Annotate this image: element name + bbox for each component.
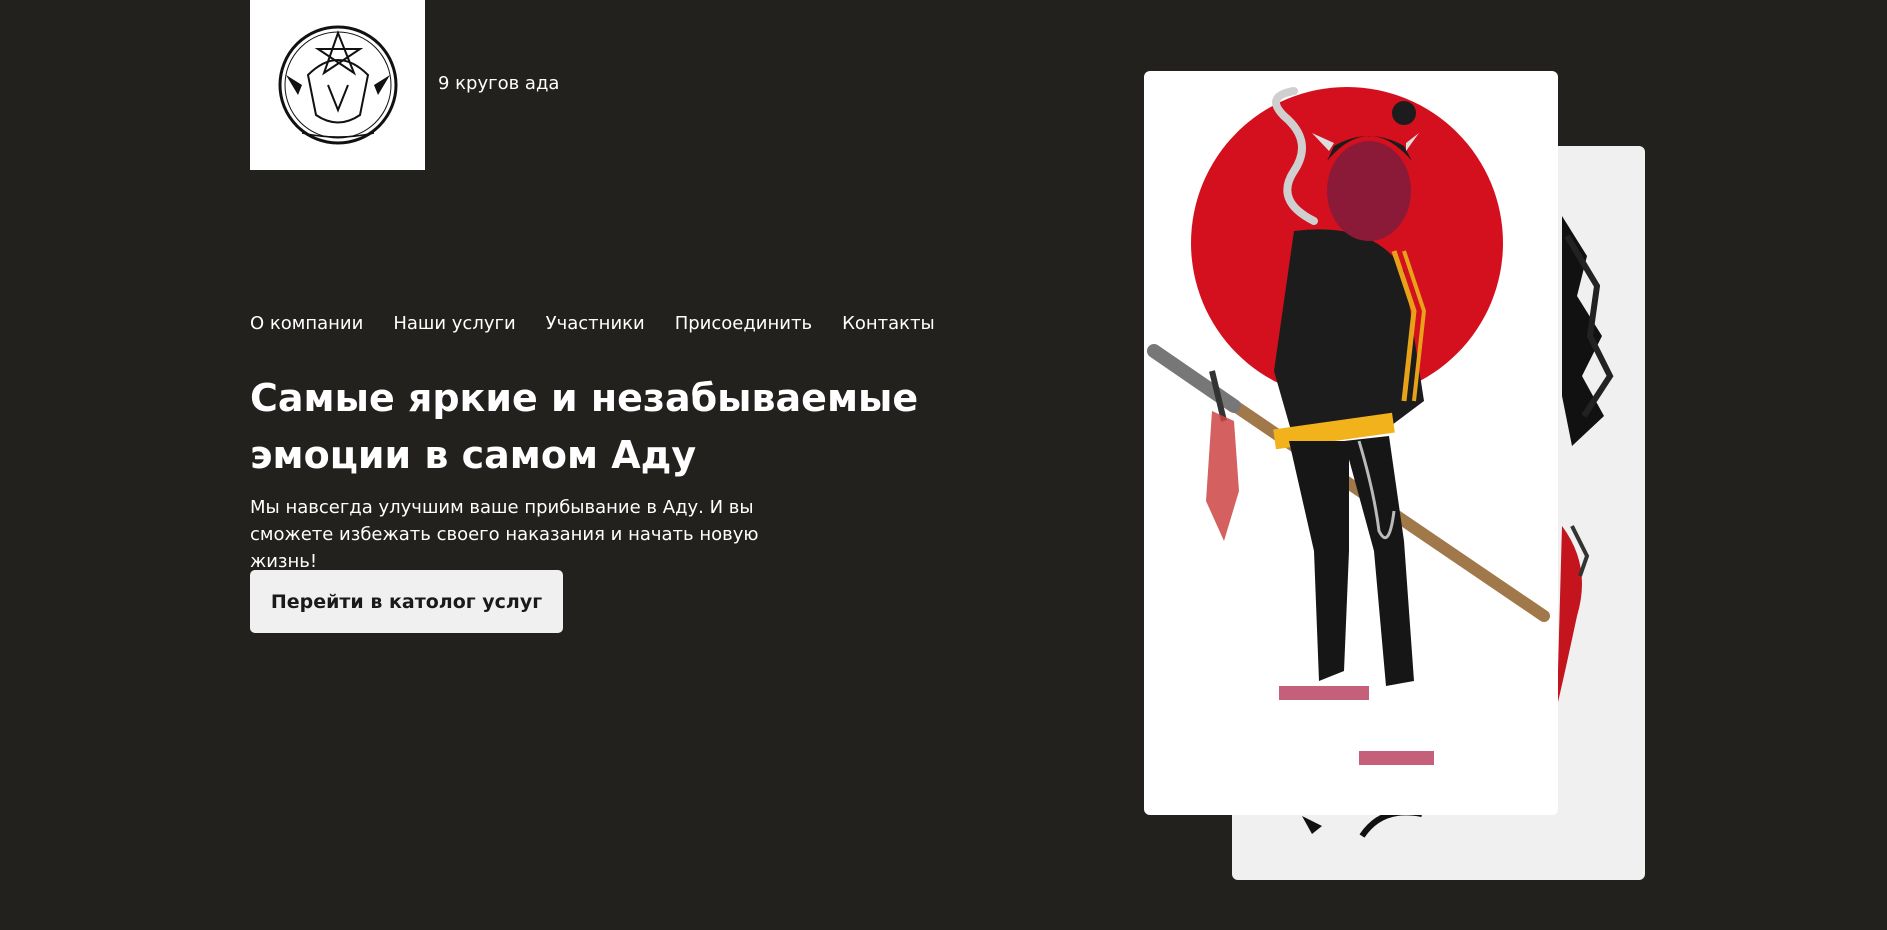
nav-item-about[interactable]: О компании: [250, 312, 363, 336]
brand-name: 9 кругов ада: [438, 73, 560, 94]
nav-item-contacts[interactable]: Контакты: [842, 312, 935, 336]
catalog-button[interactable]: Перейти в католог услуг: [250, 570, 563, 633]
nav-item-join[interactable]: Присоединить: [675, 312, 812, 336]
nav-item-services[interactable]: Наши услуги: [393, 312, 515, 336]
nav-item-members[interactable]: Участники: [546, 312, 645, 336]
hero-description: Мы навсегда улучшим ваше прибывание в Ад…: [250, 497, 759, 572]
pentagram-circle-logo-icon: [278, 25, 397, 145]
logo[interactable]: [250, 0, 425, 170]
demon-samurai-card: [1144, 71, 1558, 815]
hero-title: Самые яркие и незабываемые эмоции в само…: [250, 376, 919, 477]
main-nav: О компании Наши услуги Участники Присоед…: [250, 312, 935, 336]
demon-samurai-illustration: [1147, 87, 1550, 765]
